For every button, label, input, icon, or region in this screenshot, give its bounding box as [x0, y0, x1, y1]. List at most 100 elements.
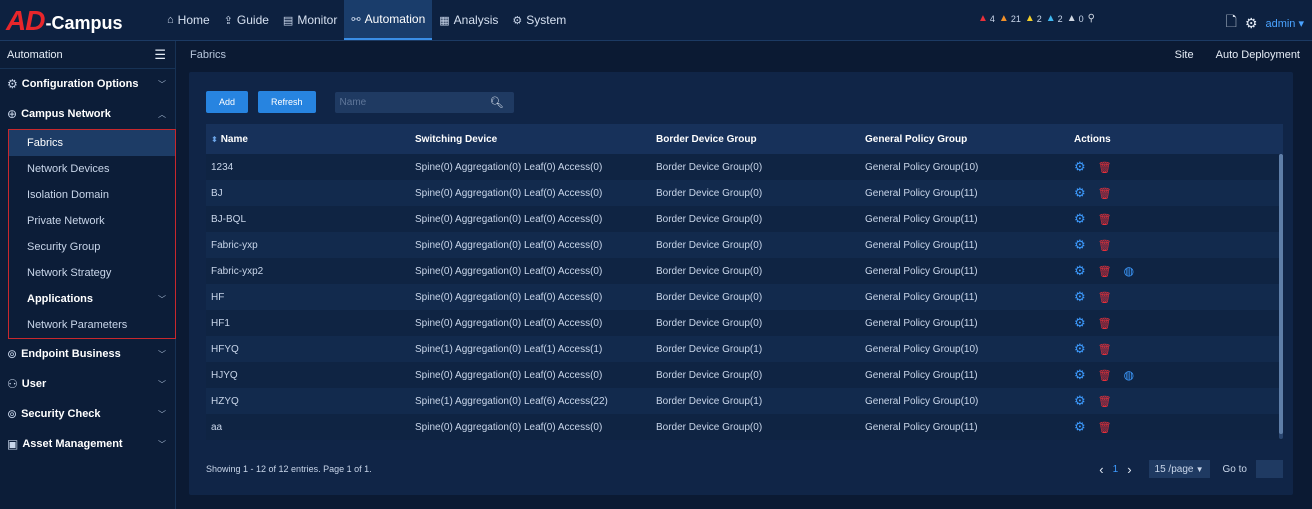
sidebar-group-security-check[interactable]: ⊚ Security Check ﹀	[0, 399, 175, 429]
table-row[interactable]: BJ-BQL Spine(0) Aggregation(0) Leaf(0) A…	[206, 206, 1283, 232]
sidebar-group-asset-management[interactable]: ▣ Asset Management ﹀	[0, 429, 175, 459]
cell-general-policy-group: General Policy Group(10)	[865, 395, 979, 407]
sidebar-group-user[interactable]: ⚇ User ﹀	[0, 369, 175, 399]
nav-analysis[interactable]: ▦ Analysis	[432, 0, 505, 40]
table-row[interactable]: HFYQ Spine(1) Aggregation(0) Leaf(1) Acc…	[206, 336, 1283, 362]
page-number[interactable]: 1	[1113, 464, 1119, 475]
settings-gear-icon[interactable]: ⚙	[1074, 393, 1086, 409]
cell-switching-device: Spine(0) Aggregation(0) Leaf(0) Access(0…	[415, 265, 603, 277]
table-row[interactable]: aa Spine(0) Aggregation(0) Leaf(0) Acces…	[206, 414, 1283, 440]
trash-icon[interactable]: 🗑︎	[1098, 369, 1112, 382]
trash-icon[interactable]: 🗑︎	[1098, 213, 1112, 226]
search-input[interactable]	[339, 96, 480, 108]
page-size-select[interactable]: 15 /page ▼	[1148, 460, 1210, 478]
warning-icon: ▲	[978, 13, 988, 24]
prev-page-icon[interactable]: ‹	[1099, 462, 1103, 477]
refresh-button[interactable]: Refresh	[258, 91, 316, 113]
settings-gear-icon[interactable]: ⚙	[1074, 185, 1086, 201]
sidebar: Automation ☰ ⚙ Configuration Options ﹀ ⊕ Cam…	[0, 41, 176, 509]
alert-count[interactable]: ▲ 2	[1046, 13, 1063, 24]
cell-general-policy-group: General Policy Group(11)	[865, 291, 978, 303]
table-row[interactable]: Fabric-yxp2 Spine(0) Aggregation(0) Leaf…	[206, 258, 1283, 284]
sidebar-item-fabrics[interactable]: Fabrics	[9, 130, 175, 156]
site-link[interactable]: Site	[1175, 49, 1194, 61]
user-menu[interactable]: admin ▾	[1265, 17, 1304, 30]
sidebar-item-private-network[interactable]: Private Network	[9, 208, 175, 234]
sidebar-item-network-devices[interactable]: Network Devices	[9, 156, 175, 182]
network-globe-icon[interactable]: ◍	[1124, 368, 1134, 382]
logo-text: -Campus	[45, 12, 123, 33]
trash-icon[interactable]: 🗑︎	[1098, 187, 1112, 200]
document-icon[interactable]: 🗋	[1226, 11, 1237, 35]
nav-home[interactable]: ⌂ Home	[160, 0, 217, 40]
cell-switching-device: Spine(1) Aggregation(0) Leaf(6) Access(2…	[415, 395, 608, 407]
user-name: admin	[1265, 17, 1296, 30]
alert-count[interactable]: ▲ 21	[999, 13, 1021, 24]
sidebar-title: Automation	[7, 48, 63, 61]
collapse-menu-icon[interactable]: ☰	[154, 47, 166, 63]
sidebar-item-network-parameters[interactable]: Network Parameters	[9, 312, 175, 338]
sidebar-item-network-strategy[interactable]: Network Strategy	[9, 260, 175, 286]
cell-border-device-group: Border Device Group(1)	[656, 343, 763, 355]
table-row[interactable]: BJ Spine(0) Aggregation(0) Leaf(0) Acces…	[206, 180, 1283, 206]
sidebar-item-isolation-domain[interactable]: Isolation Domain	[9, 182, 175, 208]
sidebar-item-label: Private Network	[27, 215, 105, 227]
table-row[interactable]: HF Spine(0) Aggregation(0) Leaf(0) Acces…	[206, 284, 1283, 310]
nav-label: Automation	[364, 12, 426, 26]
sort-icon[interactable]: ⬍	[211, 135, 218, 144]
settings-gear-icon[interactable]: ⚙	[1074, 419, 1086, 435]
settings-gear-icon[interactable]: ⚙	[1074, 237, 1086, 253]
sidebar-item-security-group[interactable]: Security Group	[9, 234, 175, 260]
settings-gear-icon[interactable]: ⚙	[1074, 367, 1086, 383]
goto-input[interactable]	[1256, 460, 1283, 478]
table-scrollbar[interactable]	[1279, 154, 1283, 439]
sidebar-group-configuration-options[interactable]: ⚙ Configuration Options ﹀	[0, 69, 175, 99]
trash-icon[interactable]: 🗑︎	[1098, 421, 1112, 434]
settings-gear-icon[interactable]: ⚙	[1074, 289, 1086, 305]
table-row[interactable]: HF1 Spine(0) Aggregation(0) Leaf(0) Acce…	[206, 310, 1283, 336]
cell-actions: ⚙ 🗑︎	[1074, 419, 1274, 435]
settings-gear-icon[interactable]: ⚙	[1074, 211, 1086, 227]
trash-icon[interactable]: 🗑︎	[1098, 343, 1112, 356]
auto-deployment-link[interactable]: Auto Deployment	[1216, 49, 1300, 61]
sidebar-item-applications[interactable]: Applications ﹀	[9, 286, 175, 312]
alert-count[interactable]: ▲ 0	[1067, 13, 1084, 24]
entries-info: Showing 1 - 12 of 12 entries. Page 1 of …	[206, 464, 372, 474]
trash-icon[interactable]: 🗑︎	[1098, 239, 1112, 252]
sidebar-group-endpoint-business[interactable]: ⊚ Endpoint Business ﹀	[0, 339, 175, 369]
cell-switching-device: Spine(0) Aggregation(0) Leaf(0) Access(0…	[415, 291, 603, 303]
alert-count[interactable]: ▲ 2	[1025, 13, 1042, 24]
settings-gear-icon[interactable]: ⚙	[1074, 263, 1086, 279]
alert-count[interactable]: ▲ 4	[978, 13, 995, 24]
settings-gear-icon[interactable]: ⚙	[1074, 159, 1086, 175]
settings-gear-icon[interactable]: ⚙	[1074, 341, 1086, 357]
nav-system[interactable]: ⚙ System	[505, 0, 573, 40]
cell-border-device-group: Border Device Group(0)	[656, 265, 763, 277]
table-row[interactable]: HJYQ Spine(0) Aggregation(0) Leaf(0) Acc…	[206, 362, 1283, 388]
table-row[interactable]: 1234 Spine(0) Aggregation(0) Leaf(0) Acc…	[206, 154, 1283, 180]
gear-icon[interactable]: ⚙	[1245, 15, 1258, 32]
scrollbar-thumb[interactable]	[1279, 154, 1283, 434]
search-icon[interactable]: 🔍︎	[490, 96, 504, 109]
trash-icon[interactable]: 🗑︎	[1098, 395, 1112, 408]
trash-icon[interactable]: 🗑︎	[1098, 265, 1112, 278]
cell-switching-device: Spine(0) Aggregation(0) Leaf(0) Access(0…	[415, 187, 603, 199]
add-button[interactable]: Add	[206, 91, 249, 113]
trash-icon[interactable]: 🗑︎	[1098, 291, 1112, 304]
network-globe-icon[interactable]: ◍	[1124, 264, 1134, 278]
cell-switching-device: Spine(0) Aggregation(0) Leaf(0) Access(0…	[415, 213, 603, 225]
trash-icon[interactable]: 🗑︎	[1098, 317, 1112, 330]
table-row[interactable]: HZYQ Spine(1) Aggregation(0) Leaf(6) Acc…	[206, 388, 1283, 414]
logo[interactable]: AD -Campus	[6, 5, 123, 36]
next-page-icon[interactable]: ›	[1127, 462, 1131, 477]
column-name[interactable]: ⬍ Name	[206, 134, 415, 145]
table-row[interactable]: Fabric-yxp Spine(0) Aggregation(0) Leaf(…	[206, 232, 1283, 258]
signal-icon[interactable]: ⚲	[1088, 13, 1095, 24]
trash-icon[interactable]: 🗑︎	[1098, 161, 1112, 174]
settings-gear-icon[interactable]: ⚙	[1074, 315, 1086, 331]
cell-actions: ⚙ 🗑︎	[1074, 185, 1274, 201]
nav-guide[interactable]: ⇪ Guide	[217, 0, 276, 40]
sidebar-group-campus-network[interactable]: ⊕ Campus Network ︿	[0, 99, 175, 129]
nav-monitor[interactable]: ▤ Monitor	[276, 0, 344, 40]
nav-automation[interactable]: ⚯ Automation	[344, 0, 433, 40]
